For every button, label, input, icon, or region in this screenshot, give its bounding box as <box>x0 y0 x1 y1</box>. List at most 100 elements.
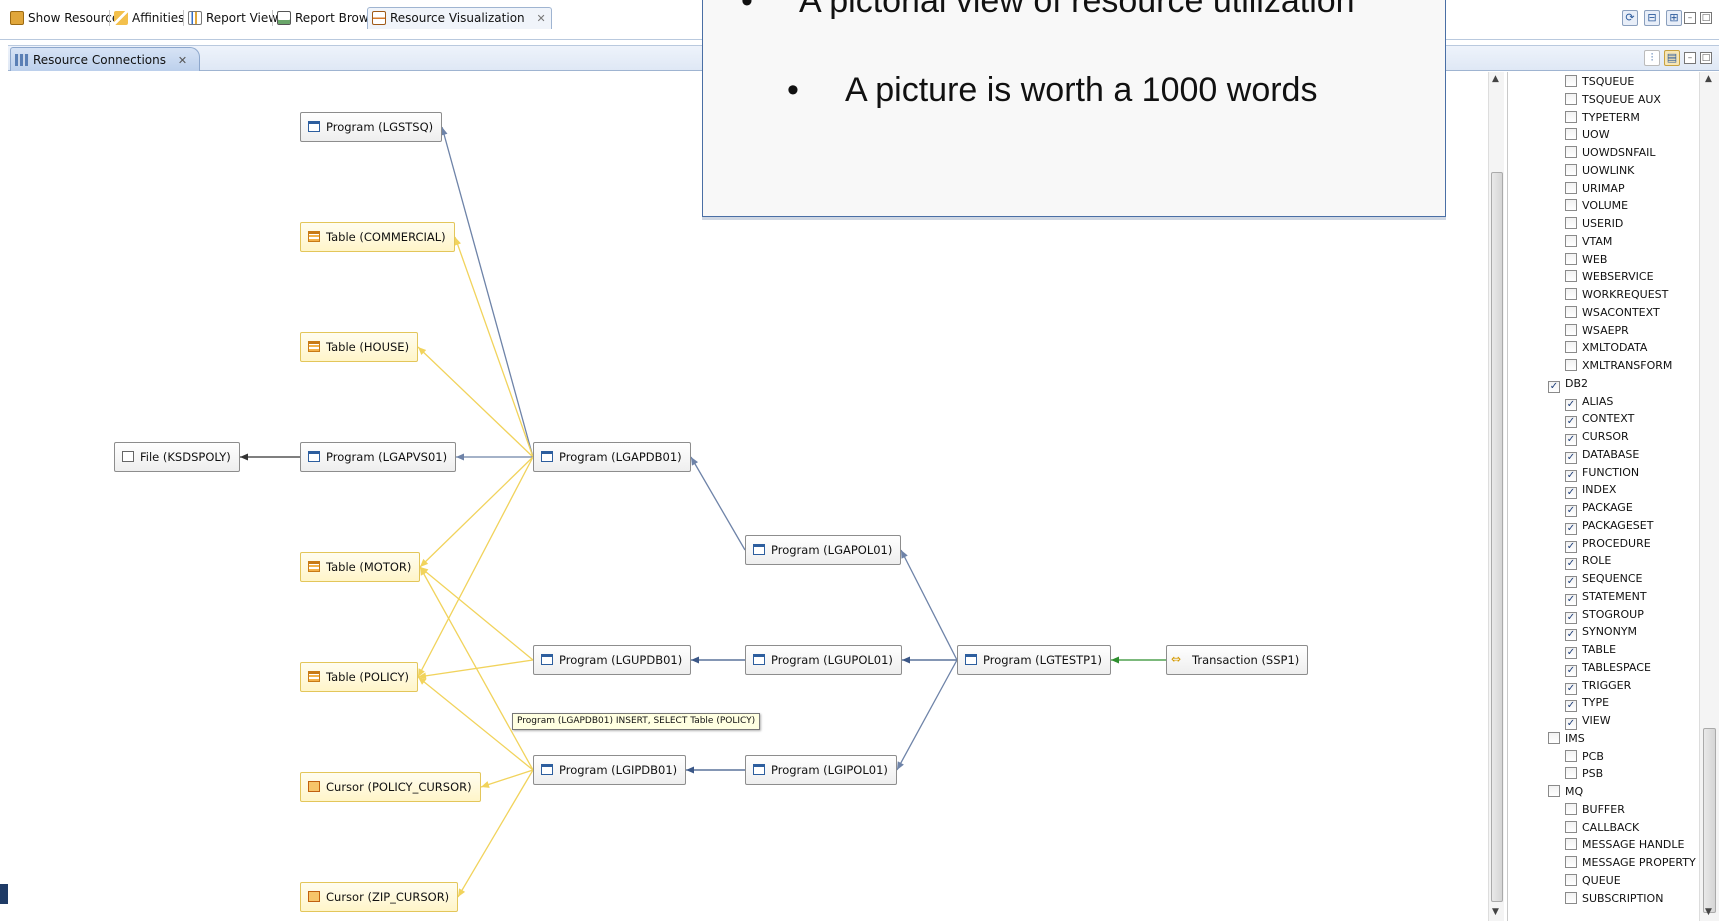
filter-toggle-icon[interactable]: ▤ <box>1664 50 1680 66</box>
checkbox[interactable]: ✓ <box>1565 451 1577 464</box>
tree-item-tablespace[interactable]: ✓ TABLESPACE <box>1565 660 1651 677</box>
checkbox[interactable] <box>1565 802 1577 815</box>
tree-item-wsacontext[interactable]: WSACONTEXT <box>1565 305 1660 321</box>
edge-lgapdb01-policy[interactable] <box>417 456 534 678</box>
layout-tree-icon[interactable]: ⫶ <box>1644 50 1660 66</box>
close-icon[interactable]: ✕ <box>178 54 187 67</box>
checkbox[interactable]: ✓ <box>1565 487 1577 500</box>
tree-item-webservice[interactable]: WEBSERVICE <box>1565 269 1654 285</box>
tree-item-tsqueue-aux[interactable]: TSQUEUE AUX <box>1565 92 1661 108</box>
checkbox[interactable] <box>1565 270 1577 283</box>
tree-item-callback[interactable]: CALLBACK <box>1565 820 1639 836</box>
edge-lgapol01-lgapdb01[interactable] <box>690 456 746 551</box>
tree-item-uowdsnfail[interactable]: UOWDSNFAIL <box>1565 145 1655 161</box>
edge-lgtestp1-lgipol01[interactable] <box>896 659 958 771</box>
tree-item-buffer[interactable]: BUFFER <box>1565 802 1625 818</box>
checkbox[interactable]: ✓ <box>1565 540 1577 553</box>
tree-item-stogroup[interactable]: ✓ STOGROUP <box>1565 607 1644 624</box>
checkbox[interactable] <box>1565 288 1577 300</box>
tab-report-view[interactable]: Report View <box>184 8 283 30</box>
tree-item-pcb[interactable]: PCB <box>1565 749 1604 765</box>
tree-item-trigger[interactable]: ✓ TRIGGER <box>1565 678 1631 695</box>
tree-item-userid[interactable]: USERID <box>1565 216 1623 232</box>
tree-item-vtam[interactable]: VTAM <box>1565 234 1612 250</box>
close-icon[interactable]: ✕ <box>536 9 545 29</box>
tree-item-uowlink[interactable]: UOWLINK <box>1565 163 1634 179</box>
checkbox[interactable]: ✓ <box>1565 416 1577 429</box>
tree-item-message-handle[interactable]: MESSAGE HANDLE <box>1565 837 1685 853</box>
checkbox[interactable]: ✓ <box>1565 629 1577 642</box>
edge-lgapdb01-commercial[interactable] <box>454 236 534 458</box>
edge-lgapdb01-lgstsq[interactable] <box>441 126 534 458</box>
scroll-up-icon[interactable]: ▲ <box>1492 74 1499 84</box>
checkbox[interactable] <box>1565 856 1577 868</box>
node-program-lgapdb01[interactable]: Program (LGAPDB01) <box>533 442 691 472</box>
tree-item-view[interactable]: ✓ VIEW <box>1565 713 1611 730</box>
checkbox[interactable]: ✓ <box>1565 718 1577 730</box>
checkbox[interactable] <box>1565 199 1577 212</box>
tree-item-subscription[interactable]: SUBSCRIPTION <box>1565 891 1663 907</box>
minimize-icon[interactable]: – <box>1684 52 1696 64</box>
scroll-up-icon[interactable]: ▲ <box>1705 74 1712 84</box>
tree-item-synonym[interactable]: ✓ SYNONYM <box>1565 624 1637 642</box>
maximize-icon[interactable]: □ <box>1700 52 1712 64</box>
canvas-vertical-scrollbar[interactable]: ▲ ▼ <box>1488 72 1504 921</box>
checkbox[interactable]: ✓ <box>1565 505 1577 517</box>
tree-item-queue[interactable]: QUEUE <box>1565 873 1621 889</box>
tree-item-type[interactable]: ✓ TYPE <box>1565 695 1609 713</box>
checkbox[interactable] <box>1565 110 1577 123</box>
node-program-lgupdb01[interactable]: Program (LGUPDB01) <box>533 645 692 675</box>
tab-affinities[interactable]: Affinities <box>110 8 189 30</box>
checkbox[interactable] <box>1565 767 1577 780</box>
checkbox[interactable] <box>1565 146 1577 158</box>
node-program-lgstsq[interactable]: Program (LGSTSQ) <box>300 112 443 142</box>
checkbox[interactable]: ✓ <box>1565 469 1577 482</box>
tree-item-message-property[interactable]: MESSAGE PROPERTY <box>1565 855 1696 871</box>
scrollbar-thumb[interactable] <box>1703 728 1716 913</box>
node-transaction-ssp1[interactable]: ⇔ Transaction (SSP1) <box>1166 645 1309 675</box>
checkbox[interactable]: ✓ <box>1565 434 1577 446</box>
checkbox[interactable] <box>1565 217 1577 229</box>
edge-lgapdb01-motor[interactable] <box>419 456 534 568</box>
tree-item-typeterm[interactable]: TYPETERM <box>1565 110 1640 126</box>
edge-lgtestp1-lgapol01[interactable] <box>900 549 958 661</box>
checkbox[interactable] <box>1548 731 1560 744</box>
checkbox[interactable] <box>1565 838 1577 851</box>
checkbox[interactable] <box>1565 305 1577 318</box>
refresh-icon[interactable]: ⟳ <box>1622 10 1638 26</box>
node-table-policy[interactable]: Table (POLICY) <box>300 662 419 692</box>
checkbox[interactable]: ✓ <box>1565 700 1577 713</box>
tree-item-statement[interactable]: ✓ STATEMENT <box>1565 589 1647 606</box>
node-program-lgupol01[interactable]: Program (LGUPOL01) <box>745 645 902 675</box>
expand-all-icon[interactable]: ⊞ <box>1666 10 1682 26</box>
checkbox[interactable] <box>1565 820 1577 833</box>
checkbox[interactable] <box>1565 234 1577 247</box>
tree-item-uow[interactable]: UOW <box>1565 127 1610 143</box>
tree-item-web[interactable]: WEB <box>1565 252 1607 268</box>
checkbox[interactable] <box>1565 341 1577 354</box>
node-program-lgipol01[interactable]: Program (LGIPOL01) <box>745 755 897 785</box>
checkbox[interactable] <box>1565 252 1577 265</box>
tree-item-volume[interactable]: VOLUME <box>1565 198 1628 214</box>
checkbox[interactable]: ✓ <box>1548 380 1560 393</box>
tree-item-xmltodata[interactable]: XMLTODATA <box>1565 340 1647 356</box>
tree-item-index[interactable]: ✓ INDEX <box>1565 482 1616 500</box>
node-table-house[interactable]: Table (HOUSE) <box>300 332 419 362</box>
checkbox[interactable] <box>1565 128 1577 141</box>
node-table-commercial[interactable]: Table (COMMERCIAL) <box>300 222 455 252</box>
tree-item-database[interactable]: ✓ DATABASE <box>1565 447 1639 464</box>
tree-item-psb[interactable]: PSB <box>1565 766 1603 782</box>
checkbox[interactable] <box>1565 873 1577 886</box>
tree-item-xmltransform[interactable]: XMLTRANSFORM <box>1565 358 1672 374</box>
checkbox[interactable] <box>1565 891 1577 904</box>
checkbox[interactable] <box>1565 359 1577 371</box>
scroll-down-icon[interactable]: ▼ <box>1705 907 1712 917</box>
tab-resource-connections[interactable]: Resource Connections ✕ <box>10 47 201 71</box>
edge-lgapdb01-house[interactable] <box>417 346 534 458</box>
checkbox[interactable]: ✓ <box>1565 682 1577 695</box>
checkbox[interactable]: ✓ <box>1565 522 1577 535</box>
checkbox[interactable]: ✓ <box>1565 611 1577 624</box>
minimize-icon[interactable]: – <box>1684 12 1696 24</box>
tree-item-role[interactable]: ✓ ROLE <box>1565 553 1611 571</box>
checkbox[interactable]: ✓ <box>1565 576 1577 588</box>
